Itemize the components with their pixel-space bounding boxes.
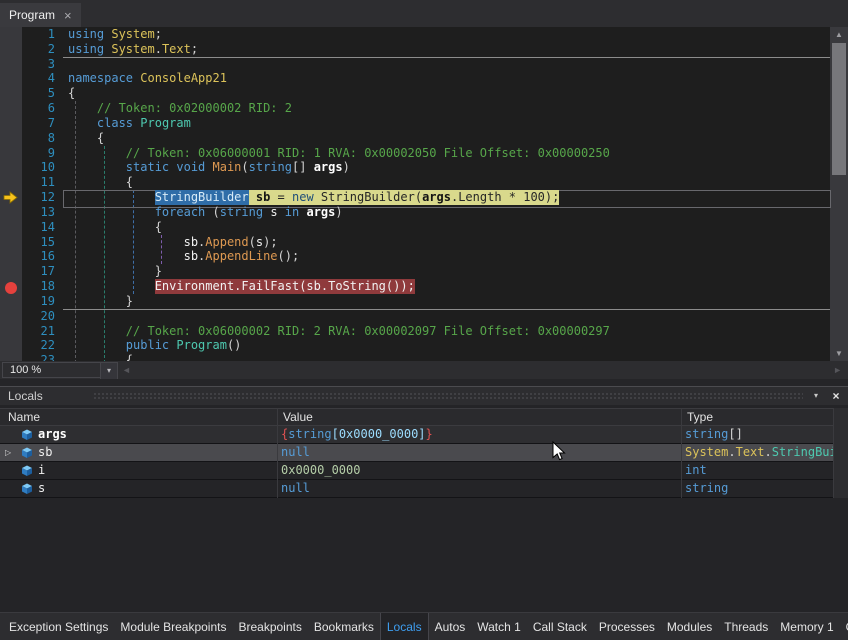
variable-icon: [21, 429, 33, 441]
bottom-tab-module-breakpoints[interactable]: Module Breakpoints: [114, 613, 232, 640]
variable-name: sb: [38, 444, 52, 461]
code-line[interactable]: [68, 57, 610, 72]
locals-panel: Locals ▾ × Name Value Type args {string[0x0…: [0, 386, 848, 612]
code-line[interactable]: foreach (string s in args): [68, 205, 610, 220]
document-tab-strip: Program ×: [0, 0, 848, 27]
code-line[interactable]: }: [68, 294, 610, 309]
column-header-type: Type: [687, 409, 713, 425]
variable-name: args: [38, 426, 67, 443]
code-line[interactable]: StringBuilder sb = new StringBuilder(arg…: [68, 190, 610, 205]
bottom-tab-locals[interactable]: Locals: [380, 613, 429, 640]
scroll-up-icon[interactable]: ▲: [830, 27, 848, 42]
code-line[interactable]: {: [68, 175, 610, 190]
column-header-name: Name: [8, 409, 40, 425]
vertical-scroll-thumb[interactable]: [832, 43, 846, 175]
bottom-tab-exception-settings[interactable]: Exception Settings: [3, 613, 114, 640]
bottom-tab-breakpoints[interactable]: Breakpoints: [232, 613, 307, 640]
locals-row-args[interactable]: args {string[0x0000_0000]} string[]: [0, 426, 833, 444]
bottom-tab-threads[interactable]: Threads: [718, 613, 774, 640]
window-position-icon[interactable]: ▾: [808, 387, 824, 405]
close-panel-icon[interactable]: ×: [828, 387, 844, 405]
zoom-dropdown-button[interactable]: ▾: [100, 362, 118, 380]
code-line[interactable]: using System;: [68, 27, 610, 42]
variable-icon: [21, 483, 33, 495]
scroll-left-icon[interactable]: ◄: [122, 361, 131, 379]
code-line[interactable]: // Token: 0x02000002 RID: 2: [68, 101, 610, 116]
line-numbers: 1234567891011121314151617181920212223: [22, 27, 55, 361]
scroll-down-icon[interactable]: ▼: [830, 346, 848, 361]
bottom-tab-bookmarks[interactable]: Bookmarks: [308, 613, 380, 640]
variable-value: 0x0000_0000: [281, 462, 360, 479]
code-line[interactable]: Environment.FailFast(sb.ToString());: [68, 279, 610, 294]
code-line[interactable]: // Token: 0x06000001 RID: 1 RVA: 0x00002…: [68, 146, 610, 161]
title-grip-handle[interactable]: [93, 392, 803, 401]
mouse-cursor: [552, 441, 566, 461]
code-lines[interactable]: using System;using System.Text; namespace…: [68, 27, 610, 361]
breakpoint-icon[interactable]: [5, 281, 17, 299]
bottom-tab-output[interactable]: Output: [840, 613, 848, 640]
variable-type: System.Text.StringBuilder: [685, 444, 848, 461]
panel-splitter[interactable]: [0, 379, 848, 386]
code-line[interactable]: namespace ConsoleApp21: [68, 71, 610, 86]
editor-bottom-bar: 100 % ▾ ◄ ►: [0, 361, 848, 379]
locals-rows: args {string[0x0000_0000]} string[] ▷ sb null…: [0, 426, 833, 498]
tab-title: Program: [9, 8, 55, 22]
locals-scrollbar-gutter: [833, 408, 848, 498]
variable-icon: [21, 465, 33, 477]
execution-pointer-icon[interactable]: [3, 191, 18, 209]
code-line[interactable]: {: [68, 220, 610, 235]
variable-icon: [21, 447, 33, 459]
code-line[interactable]: {: [68, 131, 610, 146]
code-line[interactable]: [68, 309, 610, 324]
code-line[interactable]: sb.Append(s);: [68, 235, 610, 250]
scroll-right-icon[interactable]: ►: [833, 361, 842, 379]
locals-row-s[interactable]: s null string: [0, 480, 833, 498]
tab-program[interactable]: Program ×: [0, 3, 81, 27]
locals-row-i[interactable]: i 0x0000_0000 int: [0, 462, 833, 480]
variable-value: null: [281, 444, 310, 461]
bottom-tab-modules[interactable]: Modules: [661, 613, 718, 640]
variable-value: null: [281, 480, 310, 497]
column-separator[interactable]: [277, 408, 278, 498]
tab-close-icon[interactable]: ×: [64, 9, 72, 22]
code-line[interactable]: using System.Text;: [68, 42, 610, 57]
bottom-tab-call-stack[interactable]: Call Stack: [527, 613, 593, 640]
code-line[interactable]: public Program(): [68, 338, 610, 353]
expander-icon[interactable]: ▷: [5, 444, 11, 461]
variable-type: int: [685, 462, 707, 479]
zoom-level-display[interactable]: 100 %: [2, 362, 105, 378]
code-line[interactable]: {: [68, 353, 610, 361]
locals-row-sb[interactable]: ▷sbnullSystem.Text.StringBuilder: [0, 444, 833, 462]
column-header-value: Value: [283, 409, 313, 425]
locals-title: Locals: [8, 387, 43, 405]
locals-title-bar[interactable]: Locals ▾ ×: [0, 387, 848, 405]
column-separator[interactable]: [681, 408, 682, 498]
variable-type: string: [685, 480, 728, 497]
bottom-tab-watch-1[interactable]: Watch 1: [471, 613, 527, 640]
variable-name: s: [38, 480, 45, 497]
bottom-tab-memory-1[interactable]: Memory 1: [774, 613, 839, 640]
code-line[interactable]: class Program: [68, 116, 610, 131]
code-line[interactable]: {: [68, 86, 610, 101]
tool-window-tab-strip: Exception SettingsModule BreakpointsBrea…: [0, 612, 848, 640]
variable-type: string[]: [685, 426, 743, 443]
variable-name: i: [38, 462, 45, 479]
code-editor[interactable]: 1234567891011121314151617181920212223 us…: [0, 27, 848, 361]
editor-vertical-scrollbar[interactable]: ▲ ▼: [830, 27, 848, 361]
code-line[interactable]: // Token: 0x06000002 RID: 2 RVA: 0x00002…: [68, 324, 610, 339]
bottom-tab-processes[interactable]: Processes: [593, 613, 661, 640]
code-line[interactable]: }: [68, 264, 610, 279]
column-separator[interactable]: [833, 408, 834, 498]
code-line[interactable]: sb.AppendLine();: [68, 249, 610, 264]
bottom-tab-autos[interactable]: Autos: [429, 613, 472, 640]
locals-column-headers: Name Value Type: [0, 408, 833, 426]
variable-value: {string[0x0000_0000]}: [281, 426, 433, 443]
code-line[interactable]: static void Main(string[] args): [68, 160, 610, 175]
